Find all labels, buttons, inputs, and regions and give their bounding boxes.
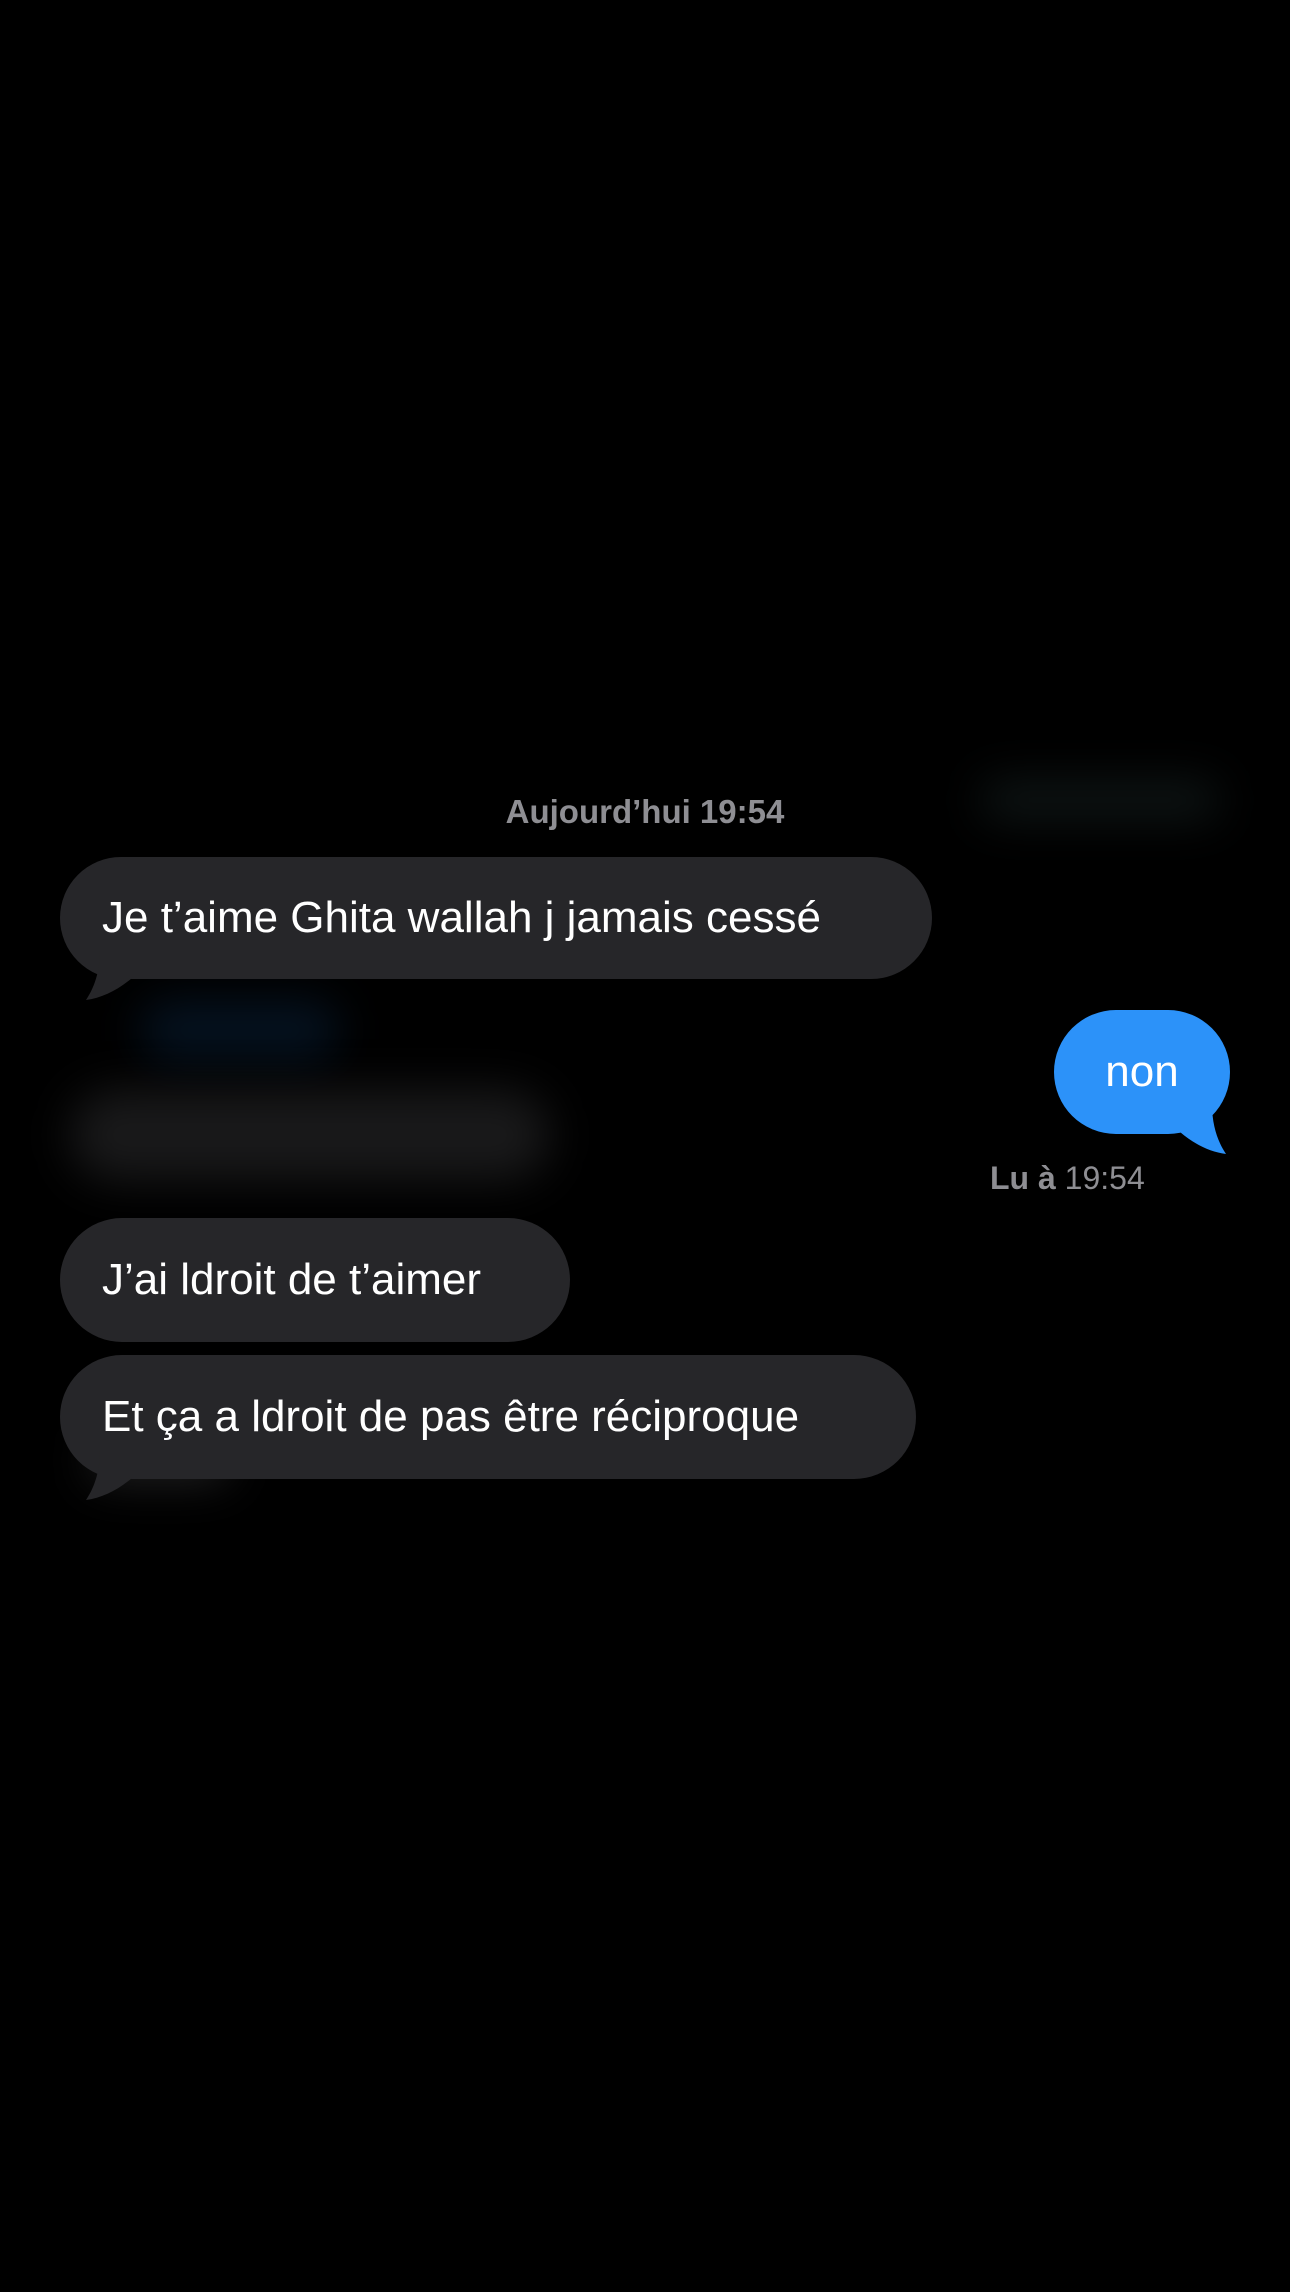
read-receipt-time: 19:54 xyxy=(1064,1160,1145,1196)
read-receipt: Lu à 19:54 xyxy=(990,1160,1145,1197)
blurred-region xyxy=(140,1000,340,1060)
incoming-message-bubble[interactable]: Je t’aime Ghita wallah j jamais cessé xyxy=(60,857,932,979)
message-text: Je t’aime Ghita wallah j jamais cessé xyxy=(102,893,821,942)
conversation-timestamp: Aujourd’hui 19:54 xyxy=(505,793,785,830)
blurred-region xyxy=(70,1090,550,1180)
bubble-tail-icon xyxy=(86,1450,132,1500)
incoming-message-bubble[interactable]: Et ça a ldroit de pas être réciproque xyxy=(60,1355,916,1479)
bubble-tail-icon xyxy=(86,950,132,1000)
incoming-message-bubble[interactable]: J’ai ldroit de t’aimer xyxy=(60,1218,570,1342)
read-receipt-label: Lu à xyxy=(990,1160,1056,1196)
message-text: Et ça a ldroit de pas être réciproque xyxy=(102,1392,800,1441)
bubble-tail-icon xyxy=(1180,1104,1226,1154)
message-text: J’ai ldroit de t’aimer xyxy=(102,1255,482,1304)
message-text: non xyxy=(1105,1047,1179,1096)
